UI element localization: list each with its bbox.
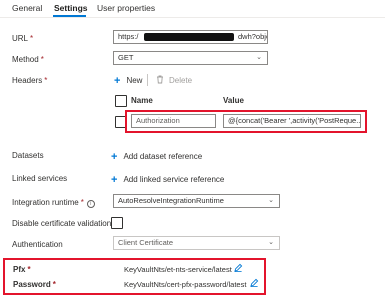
- datasets-label: Datasets: [12, 151, 44, 160]
- pfx-label: Pfx *: [13, 265, 31, 274]
- url-input[interactable]: https:/ dwh?objec: [113, 30, 268, 44]
- info-icon: i: [86, 200, 95, 208]
- highlight-header-row: [125, 110, 367, 133]
- toolbar-separator: [147, 74, 148, 86]
- add-dataset-reference-label: Add dataset reference: [123, 152, 203, 161]
- chevron-down-icon: ⌄: [268, 239, 274, 246]
- highlight-pfx-password: [3, 258, 266, 295]
- tab-user-properties[interactable]: User properties: [97, 3, 155, 13]
- method-select[interactable]: GET ⌄: [113, 51, 268, 65]
- url-value-suffix: dwh?objec: [238, 32, 267, 41]
- header-name-column: Name: [131, 96, 153, 105]
- redacted-url-segment: [144, 33, 234, 41]
- tab-divider: [0, 17, 385, 18]
- password-label: Password *: [13, 280, 56, 289]
- integration-runtime-value: AutoResolveIntegrationRuntime: [118, 196, 224, 205]
- password-value: KeyVaultNts/cert-pfx-password/latest: [124, 280, 247, 289]
- plus-icon: +: [111, 151, 118, 163]
- tab-general[interactable]: General: [12, 3, 42, 13]
- plus-icon: +: [111, 174, 118, 186]
- chevron-down-icon: ⌄: [256, 54, 262, 61]
- add-linked-service-reference-button[interactable]: + Add linked service reference: [111, 174, 224, 186]
- add-dataset-reference-button[interactable]: + Add dataset reference: [111, 151, 202, 163]
- integration-runtime-label: Integration runtime * i: [12, 198, 95, 208]
- disable-cert-validation-checkbox[interactable]: [111, 217, 123, 229]
- linked-services-label: Linked services: [12, 174, 68, 183]
- method-label: Method *: [12, 55, 44, 64]
- disable-cert-validation-label: Disable certificate validation: [12, 219, 112, 228]
- plus-icon: +: [114, 75, 121, 87]
- chevron-down-icon: ⌄: [268, 197, 274, 204]
- url-value-prefix: https:/: [118, 32, 139, 41]
- method-value: GET: [118, 53, 134, 62]
- delete-header-label: Delete: [169, 76, 193, 85]
- add-linked-service-reference-label: Add linked service reference: [123, 175, 225, 184]
- headers-label: Headers *: [12, 76, 48, 85]
- tab-settings[interactable]: Settings: [54, 3, 88, 13]
- header-value-column: Value: [223, 96, 244, 105]
- pencil-icon[interactable]: [249, 278, 259, 288]
- new-header-button[interactable]: + New: [114, 75, 142, 87]
- authentication-select[interactable]: Client Certificate ⌄: [113, 236, 280, 250]
- integration-runtime-select[interactable]: AutoResolveIntegrationRuntime ⌄: [113, 194, 280, 208]
- new-header-label: New: [126, 76, 143, 85]
- pencil-icon[interactable]: [233, 263, 243, 273]
- trash-icon: [157, 75, 163, 84]
- delete-header-button[interactable]: Delete: [156, 75, 192, 85]
- pfx-value: KeyVaultNts/et-nts-service/latest: [124, 265, 232, 274]
- authentication-value: Client Certificate: [118, 238, 174, 247]
- url-label: URL *: [12, 34, 34, 43]
- authentication-label: Authentication: [12, 240, 63, 249]
- select-all-headers-checkbox[interactable]: [115, 95, 127, 107]
